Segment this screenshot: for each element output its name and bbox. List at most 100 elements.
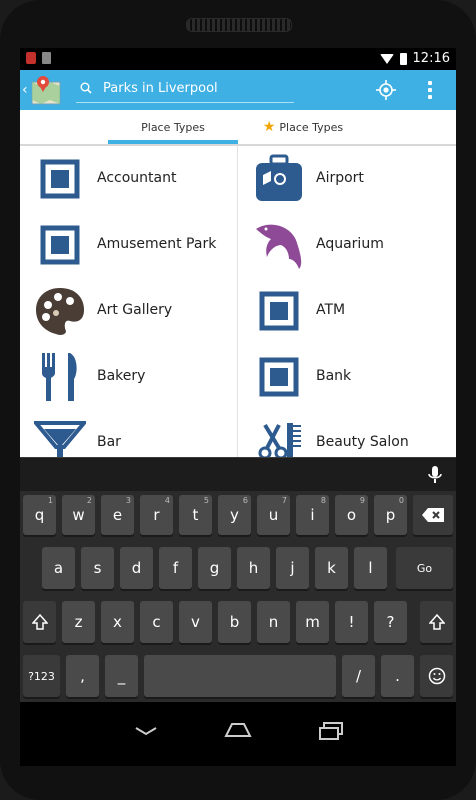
shift-icon [31,614,48,630]
key-y[interactable]: y6 [218,495,251,535]
key-g[interactable]: g [198,547,231,589]
star-icon: ★ [262,119,276,135]
key-underscore[interactable]: _ [105,655,138,697]
tab-place-types[interactable]: Place Types [108,110,238,144]
tab-bar: Place Types ★ Place Types [20,110,456,146]
key-comma[interactable]: , [66,655,99,697]
key-backspace[interactable] [413,495,453,535]
key-q[interactable]: q1 [23,495,56,535]
place-type-item[interactable]: Accountant [20,146,238,213]
key-f[interactable]: f [159,547,192,589]
square-frame-icon [259,291,299,331]
key-question[interactable]: ? [374,601,407,643]
screen: 12:16 ‹ Parks in Liverpool Place Types ★… [20,48,456,766]
notification-gplus-icon [26,52,36,64]
search-query: Parks in Liverpool [103,81,218,96]
place-type-item[interactable]: Bakery [20,344,238,411]
place-type-item[interactable]: Bank [239,344,456,411]
place-type-item[interactable]: Airport [239,146,456,213]
status-clock: 12:16 [412,51,450,66]
search-icon [80,82,92,94]
key-s[interactable]: s [81,547,114,589]
place-type-label: Bar [97,434,121,450]
key-emoji[interactable] [420,655,453,697]
fork-knife-icon [42,353,77,401]
square-frame-icon [40,159,80,199]
back-chevron-down-icon[interactable] [134,726,158,736]
key-t[interactable]: t5 [179,495,212,535]
place-type-label: Bank [316,368,352,384]
key-k[interactable]: k [315,547,348,589]
key-r[interactable]: r4 [140,495,173,535]
place-type-item[interactable]: ATM [239,278,456,345]
key-z[interactable]: z [62,601,95,643]
key-a[interactable]: a [42,547,75,589]
key-go[interactable]: Go [396,547,453,589]
suggestion-strip [20,458,456,491]
key-j[interactable]: j [276,547,309,589]
key-slash[interactable]: / [342,655,375,697]
place-type-label: ATM [316,302,346,318]
notification-sim-icon [42,52,51,64]
key-w[interactable]: w2 [62,495,95,535]
key-e[interactable]: e3 [101,495,134,535]
home-icon[interactable] [224,722,252,738]
palette-icon [36,288,84,335]
key-space[interactable] [144,655,336,697]
place-type-item[interactable]: Amusement Park [20,212,238,279]
key-u[interactable]: u7 [257,495,290,535]
dolphin-icon [256,224,302,269]
microphone-icon[interactable] [428,466,442,484]
key-x[interactable]: x [101,601,134,643]
battery-icon [399,52,407,65]
smiley-icon [428,667,445,685]
key-symbols[interactable]: ?123 [23,655,60,697]
navigation-bar [20,702,456,766]
key-v[interactable]: v [179,601,212,643]
action-bar: ‹ Parks in Liverpool [20,70,456,110]
square-frame-icon [259,357,299,397]
device-frame: 12:16 ‹ Parks in Liverpool Place Types ★… [0,0,476,800]
key-b[interactable]: b [218,601,251,643]
square-frame-icon [40,225,80,265]
place-type-label: Beauty Salon [316,434,409,450]
suitcase-icon [256,154,302,201]
recent-apps-icon[interactable] [318,722,344,740]
key-o[interactable]: o9 [335,495,368,535]
place-type-item[interactable]: Aquarium [239,212,456,279]
place-type-label: Aquarium [316,236,384,252]
key-l[interactable]: l [354,547,387,589]
place-type-item[interactable]: Art Gallery [20,278,238,345]
key-c[interactable]: c [140,601,173,643]
tab-label: Place Types [279,120,344,134]
overflow-menu-icon[interactable] [428,81,432,99]
place-type-grid: Accountant Airport Amusement Park Aquari… [20,146,456,477]
status-bar: 12:16 [20,48,456,70]
up-chevron-icon[interactable]: ‹ [22,82,28,98]
key-exclamation[interactable]: ! [335,601,368,643]
shift-icon [428,614,445,630]
tab-favorite-place-types[interactable]: ★ Place Types [238,110,368,144]
key-period[interactable]: . [381,655,414,697]
tab-label: Place Types [141,120,205,134]
search-input[interactable]: Parks in Liverpool [76,78,294,103]
key-d[interactable]: d [120,547,153,589]
place-type-label: Airport [316,170,364,186]
key-shift-right[interactable] [420,601,453,643]
tab-selected-indicator [108,140,238,144]
place-type-label: Art Gallery [97,302,173,318]
key-i[interactable]: i8 [296,495,329,535]
key-h[interactable]: h [237,547,270,589]
map-app-icon[interactable] [30,74,62,106]
backspace-icon [422,508,444,522]
place-type-label: Accountant [97,170,177,186]
wifi-icon [379,53,394,64]
my-location-icon[interactable] [376,80,396,100]
place-type-label: Bakery [97,368,146,384]
place-type-label: Amusement Park [97,236,217,252]
key-shift-left[interactable] [23,601,56,643]
soft-keyboard: q1 w2 e3 r4 t5 y6 u7 i8 o9 p0 a s d f g [20,457,456,703]
key-n[interactable]: n [257,601,290,643]
key-m[interactable]: m [296,601,329,643]
key-p[interactable]: p0 [374,495,407,535]
